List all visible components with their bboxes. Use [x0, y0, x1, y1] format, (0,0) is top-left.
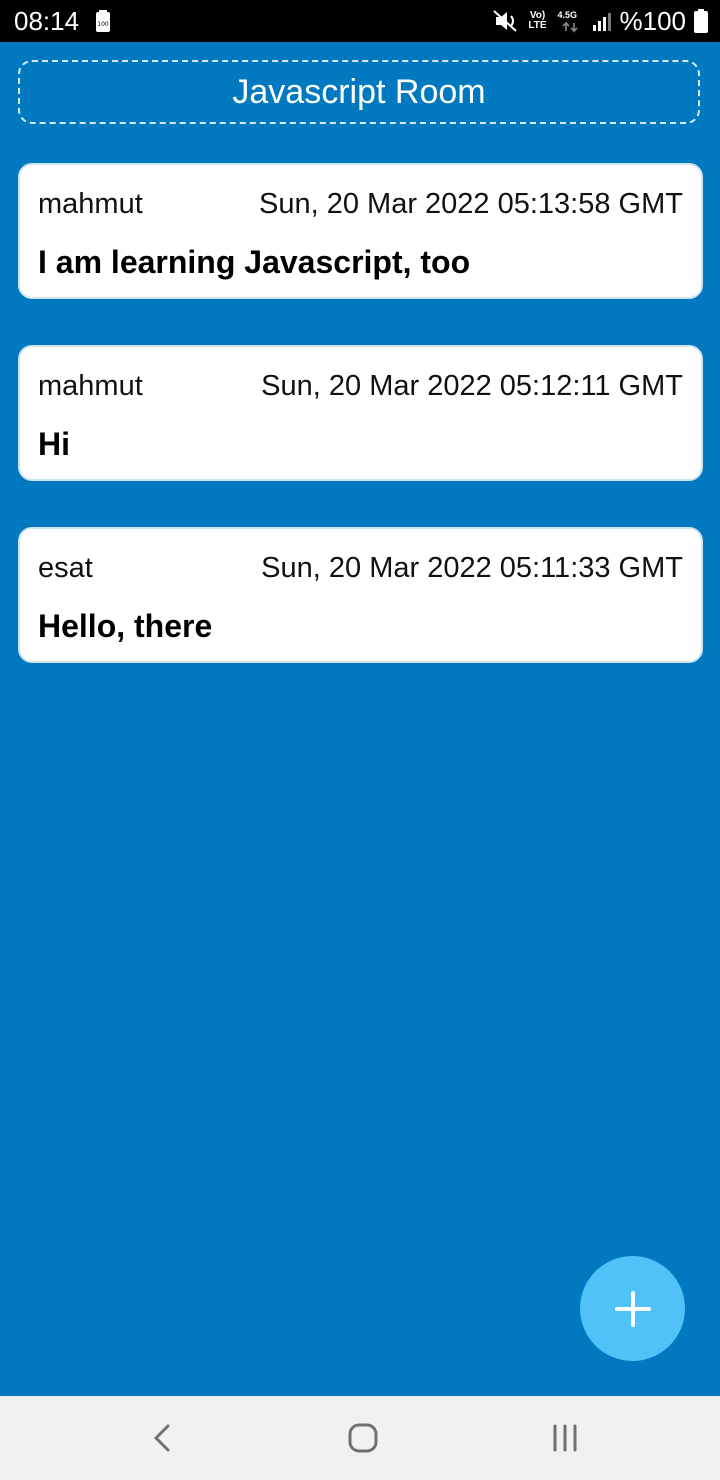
- svg-text:100: 100: [97, 21, 109, 28]
- message-text: Hello, there: [38, 608, 213, 644]
- network-generation-label: 4.5G: [557, 10, 578, 20]
- plus-icon: [614, 1290, 651, 1327]
- volte-bottom-label: LTE: [528, 20, 547, 31]
- home-icon: [348, 1423, 378, 1453]
- battery-icon: [694, 9, 708, 33]
- message-author: mahmut: [38, 370, 143, 402]
- add-message-button[interactable]: [580, 1256, 685, 1361]
- battery-percent: %100: [619, 6, 687, 36]
- message-timestamp: Sun, 20 Mar 2022 05:11:33 GMT: [261, 552, 683, 584]
- recents-icon: [553, 1424, 577, 1452]
- battery-saver-icon: 100: [96, 10, 110, 32]
- volte-indicator: Vo) LTE: [526, 11, 550, 31]
- room-title-box[interactable]: Javascript Room: [18, 60, 700, 124]
- navigation-bar: [0, 1396, 720, 1480]
- message-card[interactable]: mahmut Sun, 20 Mar 2022 05:12:11 GMT Hi: [18, 345, 703, 481]
- back-button[interactable]: [102, 1396, 222, 1480]
- status-icons: Vo) LTE 4.5G %100: [484, 0, 708, 42]
- home-button[interactable]: [303, 1396, 423, 1480]
- signal-icon: [592, 13, 611, 31]
- message-timestamp: Sun, 20 Mar 2022 05:12:11 GMT: [261, 370, 683, 402]
- message-text: Hi: [38, 426, 70, 462]
- network-type: 4.5G: [558, 9, 584, 33]
- recents-button[interactable]: [505, 1396, 625, 1480]
- room-title: Javascript Room: [232, 73, 486, 111]
- mute-icon: [492, 10, 517, 32]
- message-timestamp: Sun, 20 Mar 2022 05:13:58 GMT: [259, 188, 683, 220]
- status-bar: 08:14 100 Vo) LTE 4.5G %100: [0, 0, 720, 42]
- message-card[interactable]: esat Sun, 20 Mar 2022 05:11:33 GMT Hello…: [18, 527, 703, 663]
- status-time: 08:14: [14, 6, 80, 36]
- message-text: I am learning Javascript, too: [38, 244, 471, 280]
- message-list: mahmut Sun, 20 Mar 2022 05:13:58 GMT I a…: [18, 163, 703, 709]
- chevron-left-icon: [154, 1424, 170, 1452]
- message-author: mahmut: [38, 188, 143, 220]
- message-author: esat: [38, 552, 93, 584]
- message-card[interactable]: mahmut Sun, 20 Mar 2022 05:13:58 GMT I a…: [18, 163, 703, 299]
